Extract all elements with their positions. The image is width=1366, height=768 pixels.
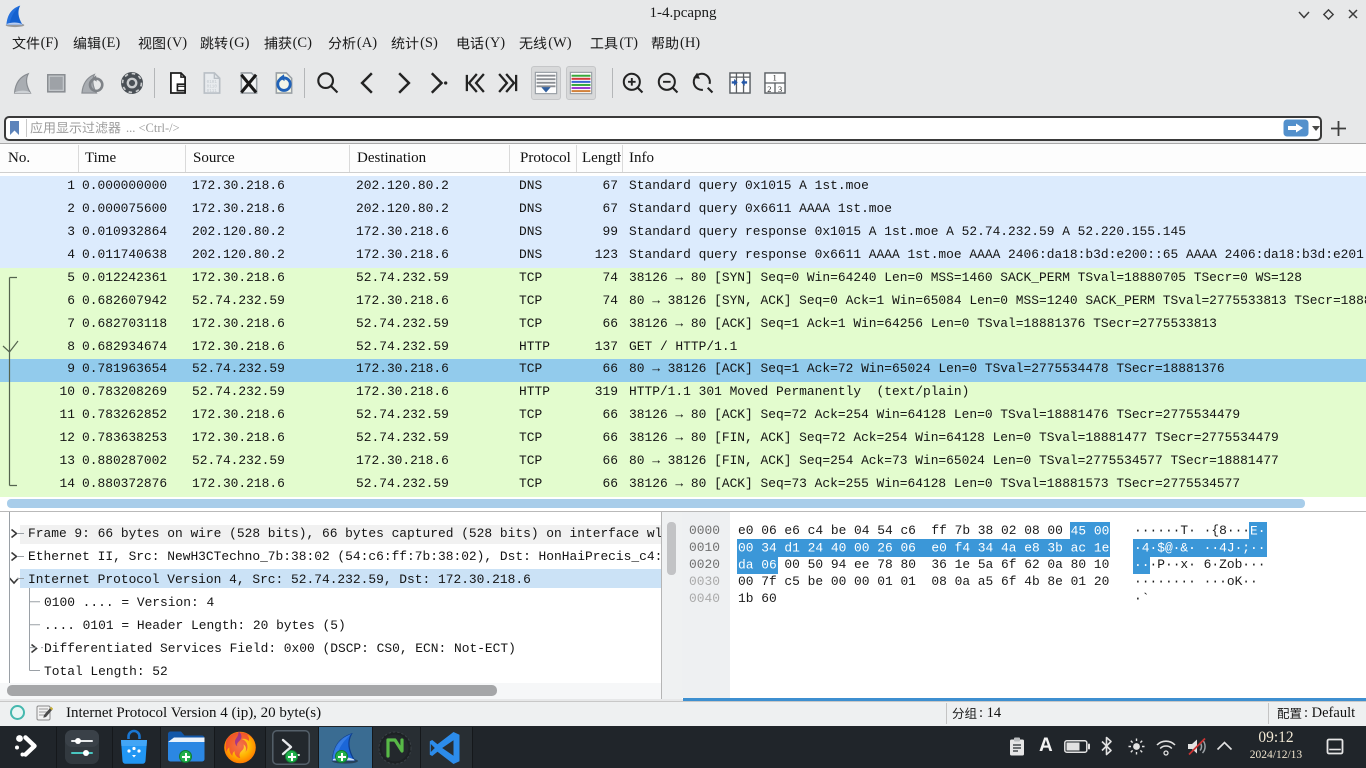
svg-text:1: 1 bbox=[772, 74, 776, 83]
svg-text:0111: 0111 bbox=[207, 89, 218, 94]
svg-text:3: 3 bbox=[777, 85, 781, 94]
svg-text:2: 2 bbox=[767, 85, 771, 94]
